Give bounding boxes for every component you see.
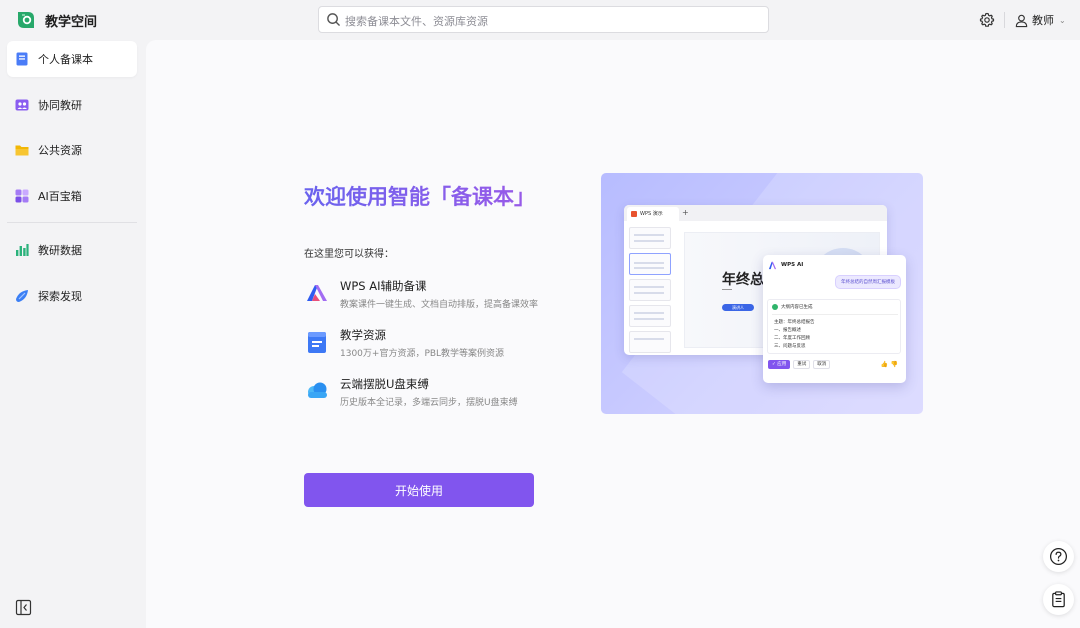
sidebar-item-label: 教研数据 — [38, 244, 82, 257]
sidebar-item-label: 公共资源 — [38, 144, 82, 157]
slide-thumb — [629, 331, 671, 353]
slide-divider — [722, 289, 732, 290]
main-content: 欢迎使用智能「备课本」 在这里您可以获得： WPS AI辅助备课 教案课件一键生… — [146, 40, 1080, 628]
slide-thumb — [629, 227, 671, 249]
notebook-icon — [16, 52, 28, 66]
feature-title: 云端摆脱U盘束缚 — [340, 377, 429, 391]
sidebar-divider — [7, 222, 137, 223]
feature-desc: 历史版本全记录，多端云同步，摆脱U盘束缚 — [340, 398, 518, 408]
feature-desc: 教案课件一键生成、文档自动排版，提高备课效率 — [340, 300, 539, 310]
thumbs-down-icon: 👎 — [890, 361, 898, 368]
app-title: 教学空间 — [45, 15, 98, 30]
thumbs-up-icon: 👍 — [880, 361, 888, 368]
clipboard-icon — [1052, 591, 1065, 608]
plus-icon: + — [682, 208, 689, 217]
sidebar-item-collab[interactable]: 协同教研 — [7, 87, 137, 123]
intro-text: 在这里您可以获得： — [304, 249, 394, 260]
outline-line: 主题：年终总结报告 — [774, 320, 815, 325]
feature-wps-ai: WPS AI辅助备课 教案课件一键生成、文档自动排版，提高备课效率 — [304, 278, 594, 314]
slide-thumbnails — [627, 225, 673, 353]
slide-thumb — [629, 305, 671, 327]
outline-line: 三、问题与反思 — [774, 344, 806, 349]
card-divider — [772, 314, 898, 315]
ai-panel-title: WPS AI — [781, 262, 804, 268]
sidebar-item-explore[interactable]: 探索发现 — [7, 278, 137, 314]
wps-ai-icon — [307, 285, 327, 301]
preview-tab: WPS 演示 — [627, 207, 679, 221]
cancel-button: 取消 — [813, 360, 831, 369]
collapse-sidebar-icon[interactable] — [15, 599, 32, 616]
slide-thumb — [629, 253, 671, 275]
presentation-icon — [631, 211, 637, 217]
sidebar: 个人备课本 协同教研 公共资源 AI百宝箱 教研数据 探索发现 — [0, 40, 145, 628]
app-logo-icon — [18, 12, 34, 28]
sidebar-item-research-data[interactable]: 教研数据 — [7, 232, 137, 268]
ai-status: 大纲内容已生成 — [772, 304, 813, 310]
feature-cloud: 云端摆脱U盘束缚 历史版本全记录，多端云同步，摆脱U盘束缚 — [304, 376, 594, 412]
feature-illustration: WPS 演示 + 年终总结 演讲人 WPS AI 年终总结的自然周汇报模板 大纲… — [601, 173, 923, 414]
sidebar-item-public-resources[interactable]: 公共资源 — [7, 132, 137, 168]
sidebar-item-personal-notebook[interactable]: 个人备课本 — [7, 41, 137, 77]
search-icon — [327, 13, 340, 26]
check-circle-icon — [772, 304, 778, 310]
wps-ai-panel: WPS AI 年终总结的自然周汇报模板 大纲内容已生成 主题：年终总结报告 一、… — [763, 255, 906, 383]
ai-actions: ✓ 应用 重试 取消 — [768, 360, 831, 369]
ai-panel-header: WPS AI — [768, 260, 803, 270]
chevron-down-icon: ⌄ — [1059, 15, 1066, 25]
resource-book-icon — [308, 332, 326, 353]
feature-title: WPS AI辅助备课 — [340, 279, 427, 293]
feature-resources: 教学资源 1300万+官方资源，PBL教学等案例资源 — [304, 327, 594, 363]
slide-presenter-badge: 演讲人 — [722, 304, 754, 311]
help-button[interactable] — [1043, 541, 1074, 572]
ai-prompt-bubble: 年终总结的自然周汇报模板 — [835, 275, 901, 289]
folder-icon — [15, 145, 29, 156]
wps-ai-logo-icon — [768, 261, 777, 269]
collab-icon — [15, 99, 29, 111]
ai-toolbox-icon — [15, 189, 29, 203]
outline-line: 二、年度工作回顾 — [774, 336, 810, 341]
gear-icon[interactable] — [979, 12, 995, 28]
ai-status-text: 大纲内容已生成 — [781, 305, 813, 310]
cloud-icon — [308, 382, 327, 398]
preview-tabbar: WPS 演示 + — [624, 205, 887, 221]
search-bar[interactable]: 搜索备课本文件、资源库资源 — [318, 6, 769, 33]
start-button[interactable]: 开始使用 — [304, 473, 534, 507]
sidebar-item-label: AI百宝箱 — [38, 190, 82, 203]
welcome-title: 欢迎使用智能「备课本」 — [304, 181, 535, 211]
bar-chart-icon — [16, 244, 29, 256]
sidebar-item-label: 探索发现 — [38, 290, 82, 303]
user-name: 教师 — [1032, 14, 1054, 27]
user-icon — [1015, 14, 1028, 27]
outline-line: 一、报告概述 — [774, 328, 801, 333]
apply-button: ✓ 应用 — [768, 360, 791, 369]
slide-thumb — [629, 279, 671, 301]
feature-title: 教学资源 — [340, 328, 386, 342]
sidebar-item-ai-toolbox[interactable]: AI百宝箱 — [7, 178, 137, 214]
explore-icon — [16, 290, 28, 302]
user-menu[interactable]: 教师 ⌄ — [1014, 11, 1066, 29]
feature-desc: 1300万+官方资源，PBL教学等案例资源 — [340, 349, 505, 359]
search-input-placeholder[interactable]: 搜索备课本文件、资源库资源 — [345, 13, 488, 29]
sidebar-item-label: 个人备课本 — [38, 53, 93, 66]
clipboard-button[interactable] — [1043, 584, 1074, 615]
header-divider — [1004, 12, 1005, 28]
retry-button: 重试 — [793, 360, 811, 369]
ai-outline-card: 大纲内容已生成 主题：年终总结报告 一、报告概述 二、年度工作回顾 三、问题与反… — [767, 299, 901, 354]
preview-tab-title: WPS 演示 — [640, 211, 663, 217]
sidebar-item-label: 协同教研 — [38, 99, 82, 112]
header: 教学空间 搜索备课本文件、资源库资源 教师 ⌄ — [0, 0, 1080, 40]
slide-presenter-label: 演讲人 — [732, 305, 744, 310]
help-icon — [1049, 547, 1068, 566]
